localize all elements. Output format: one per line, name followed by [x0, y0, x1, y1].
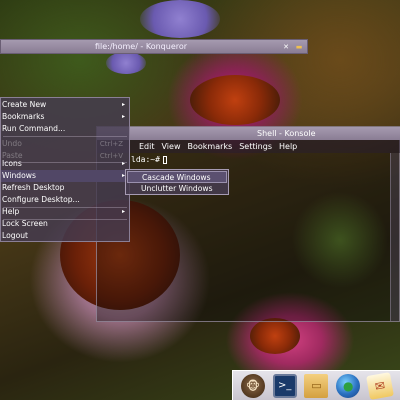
menu-item-label: Run Command...	[2, 124, 66, 133]
folder-icon[interactable]: ▭	[304, 373, 329, 398]
menu-item-create-new[interactable]: Create New ▸	[1, 99, 129, 111]
menu-item-windows[interactable]: Windows ▸	[1, 170, 129, 182]
menu-item-shortcut: Ctrl+Z	[99, 140, 123, 148]
folder-icon[interactable]: ▬	[294, 42, 304, 52]
menu-item-refresh-desktop[interactable]: Refresh Desktop	[1, 182, 129, 194]
wallpaper-purple-flower	[140, 0, 220, 38]
menu-item-label: Icons	[2, 159, 22, 168]
menu-item-help[interactable]: Help ▸	[1, 206, 129, 218]
konsole-scrollbar[interactable]	[390, 153, 399, 321]
menu-item-label: Configure Desktop...	[2, 195, 80, 204]
menu-bookmarks[interactable]: Bookmarks	[187, 142, 232, 151]
globe-icon[interactable]: ●	[336, 373, 361, 398]
menu-item-configure-desktop[interactable]: Configure Desktop...	[1, 194, 129, 206]
menu-item-label: Help	[2, 207, 20, 216]
menu-edit[interactable]: Edit	[139, 142, 155, 151]
konsole-window[interactable]: Shell - Konsole Edit View Bookmarks Sett…	[96, 126, 400, 322]
terminal-icon[interactable]: >_	[272, 373, 297, 398]
submenu-item-cascade-windows[interactable]: Cascade Windows	[127, 171, 227, 183]
konqueror-titlebar[interactable]: file:/home/ - Konqueror ✕ ▬	[0, 39, 308, 54]
menu-item-label: Create New	[2, 100, 47, 109]
menu-settings[interactable]: Settings	[239, 142, 272, 151]
chevron-right-icon: ▸	[121, 113, 125, 120]
chevron-right-icon: ▸	[121, 208, 125, 215]
mail-icon[interactable]: ✉	[366, 371, 394, 400]
menu-separator	[3, 136, 127, 137]
menu-item-icons[interactable]: Icons ▸	[1, 158, 129, 170]
terminal-cursor	[162, 155, 167, 164]
menu-item-logout[interactable]: Logout	[1, 230, 129, 242]
desktop-context-menu: Create New ▸ Bookmarks ▸ Run Command... …	[0, 97, 130, 242]
windows-submenu: Cascade Windows Unclutter Windows	[125, 169, 229, 195]
terminal-prompt[interactable]: lda:~#	[131, 155, 167, 164]
menu-help[interactable]: Help	[279, 142, 297, 151]
menu-item-label: Lock Screen	[2, 219, 48, 228]
menu-item-bookmarks[interactable]: Bookmarks ▸	[1, 111, 129, 123]
wallpaper-purple-flower	[106, 52, 146, 74]
close-icon[interactable]: ✕	[281, 42, 291, 52]
konsole-menubar: Edit View Bookmarks Settings Help	[97, 140, 400, 153]
menu-item-label: Logout	[2, 231, 28, 240]
submenu-item-unclutter-windows[interactable]: Unclutter Windows	[127, 183, 227, 195]
menu-item-undo: Undo Ctrl+Z	[1, 138, 129, 150]
menu-item-run-command[interactable]: Run Command...	[1, 123, 129, 135]
chevron-right-icon: ▸	[121, 101, 125, 108]
menu-item-label: Undo	[2, 139, 22, 148]
konsole-title[interactable]: Shell - Konsole	[97, 127, 400, 140]
konqueror-title: file:/home/ - Konqueror	[94, 42, 188, 51]
menu-item-label: Bookmarks	[2, 112, 45, 121]
wallpaper-flower-center	[250, 318, 300, 354]
kicker-panel: 🐵 >_ ▭ ● ✉	[232, 370, 400, 400]
monkey-icon[interactable]: 🐵	[240, 373, 265, 398]
menu-item-label: Windows	[2, 171, 36, 180]
menu-view[interactable]: View	[162, 142, 181, 151]
menu-item-lock-screen[interactable]: Lock Screen	[1, 218, 129, 230]
wallpaper-flower-center	[190, 75, 280, 125]
prompt-text: lda:~#	[131, 155, 160, 164]
menu-item-label: Refresh Desktop	[2, 183, 65, 192]
